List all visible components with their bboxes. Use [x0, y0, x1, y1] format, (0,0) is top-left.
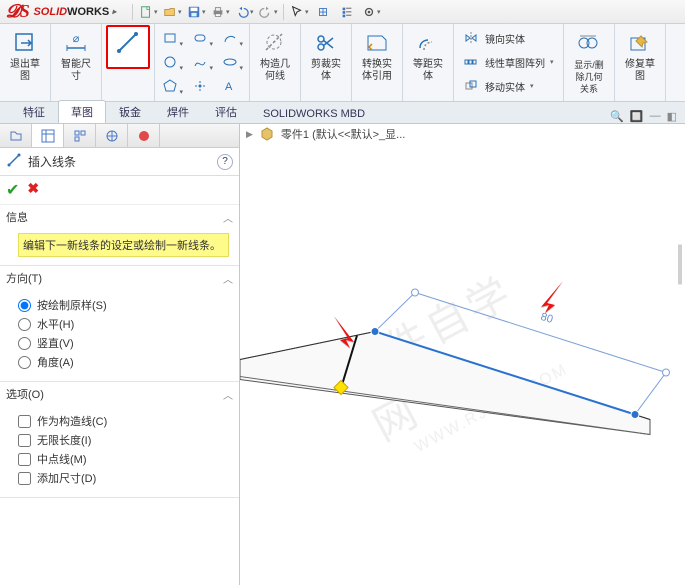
tab-features[interactable]: 特征	[10, 100, 58, 123]
info-message: 编辑下一新线条的设定或绘制一新线条。	[18, 233, 229, 257]
section-options-header[interactable]: 选项(O)︿	[0, 382, 239, 406]
tab-mbd[interactable]: SOLIDWORKS MBD	[250, 104, 378, 123]
orientation-angle[interactable]: 角度(A)	[18, 354, 229, 370]
configuration-tab[interactable]	[64, 124, 96, 147]
graphics-viewport[interactable]: ▶ 零件1 (默认<<默认>_显... 软件自学网WWW.RJZXW.COM 8…	[240, 124, 685, 585]
point-tool-button[interactable]	[185, 74, 215, 98]
spline-tool-button[interactable]: ▾	[185, 50, 215, 74]
tab-sketch[interactable]: 草图	[58, 100, 106, 123]
options-button[interactable]	[336, 2, 358, 22]
rebuild-button[interactable]	[312, 2, 334, 22]
circle-tool-button[interactable]: ▾	[155, 50, 185, 74]
panel-title: 插入线条	[28, 153, 76, 170]
polygon-tool-button[interactable]: ▾	[155, 74, 185, 98]
tab-weldments[interactable]: 焊件	[154, 100, 202, 123]
ok-button[interactable]: ✔	[6, 180, 19, 200]
dimxpert-tab[interactable]	[96, 124, 128, 147]
orientation-as-sketched[interactable]: 按绘制原样(S)	[18, 297, 229, 313]
zoom-window-icon[interactable]: 🔲	[630, 110, 644, 123]
app-logo: 𝓓S SOLIDWORKS ▸	[6, 1, 116, 22]
chevron-up-icon: ︿	[223, 271, 233, 286]
chevron-up-icon: ︿	[223, 387, 233, 402]
display-delete-relations-button[interactable]: 显示/删 除几何 关系	[568, 26, 610, 98]
option-infinite[interactable]: 无限长度(I)	[18, 432, 229, 448]
smart-dimension-button[interactable]: ⌀ 智能尺 寸	[55, 26, 97, 98]
line-icon	[6, 152, 22, 171]
cancel-button[interactable]: ✖	[27, 180, 39, 200]
open-doc-button[interactable]: ▾	[161, 2, 183, 22]
slot-tool-button[interactable]: ▾	[185, 26, 215, 50]
collapse-icon[interactable]: —	[650, 110, 661, 123]
section-orientation-header[interactable]: 方向(T)︿	[0, 266, 239, 290]
tab-sheetmetal[interactable]: 钣金	[106, 100, 154, 123]
trim-entities-button[interactable]: 剪裁实 体	[305, 26, 347, 98]
svg-text:⌀: ⌀	[73, 33, 80, 45]
property-manager-panel: 插入线条 ? ✔ ✖ 信息︿ 编辑下一新线条的设定或绘制一新线条。 方向(T)︿…	[0, 124, 240, 585]
option-midpoint[interactable]: 中点线(M)	[18, 451, 229, 467]
exit-sketch-button[interactable]: 退出草 图	[4, 26, 46, 98]
convert-entities-button[interactable]: 转换实 体引用	[356, 26, 398, 98]
chevron-right-icon[interactable]: ▸	[112, 7, 116, 16]
redo-button[interactable]: ▾	[257, 2, 279, 22]
feature-tabs: 特征 草图 钣金 焊件 评估 SOLIDWORKS MBD 🔍 🔲 — ◧	[0, 102, 685, 124]
linear-pattern-button[interactable]: 线性草图阵列▾	[458, 50, 559, 74]
annotation-arrow-icon	[330, 314, 360, 353]
text-tool-button[interactable]: A	[215, 74, 245, 98]
property-manager-tab[interactable]	[32, 124, 64, 147]
annotation-arrow-icon	[535, 279, 567, 318]
option-add-dim[interactable]: 添加尺寸(D)	[18, 470, 229, 486]
tab-evaluate[interactable]: 评估	[202, 100, 250, 123]
section-info-header[interactable]: 信息︿	[0, 205, 239, 229]
quick-access-toolbar: ▾ ▾ ▾ ▾ ▾ ▾ ▾ ▾	[130, 2, 382, 22]
sketch-model: 80	[240, 124, 685, 585]
mirror-entities-button[interactable]: 镜向实体	[458, 26, 559, 50]
svg-text:A: A	[225, 81, 233, 93]
undo-button[interactable]: ▾	[233, 2, 255, 22]
save-button[interactable]: ▾	[185, 2, 207, 22]
orientation-vertical[interactable]: 竖直(V)	[18, 335, 229, 351]
orientation-horizontal[interactable]: 水平(H)	[18, 316, 229, 332]
settings-button[interactable]: ▾	[360, 2, 382, 22]
feature-tree-tab[interactable]	[0, 124, 32, 147]
chevron-up-icon: ︿	[223, 210, 233, 225]
construction-geometry-button[interactable]: 构造几 何线	[254, 26, 296, 98]
select-button[interactable]: ▾	[288, 2, 310, 22]
expand-panel-icon[interactable]: ◧	[667, 110, 677, 123]
line-tool-button[interactable]	[106, 25, 150, 69]
option-construction[interactable]: 作为构造线(C)	[18, 413, 229, 429]
print-button[interactable]: ▾	[209, 2, 231, 22]
new-doc-button[interactable]: ▾	[137, 2, 159, 22]
arc-tool-button[interactable]: ▾	[215, 26, 245, 50]
offset-entities-button[interactable]: 等距实 体	[407, 26, 449, 98]
help-button[interactable]: ?	[217, 154, 233, 170]
appearance-tab[interactable]	[128, 124, 160, 147]
search-icon[interactable]: 🔍	[610, 110, 624, 123]
repair-sketch-button[interactable]: 修复草 图	[619, 26, 661, 98]
rectangle-tool-button[interactable]: ▾	[155, 26, 185, 50]
move-entities-button[interactable]: 移动实体▾	[458, 74, 559, 98]
ellipse-tool-button[interactable]: ▾	[215, 50, 245, 74]
